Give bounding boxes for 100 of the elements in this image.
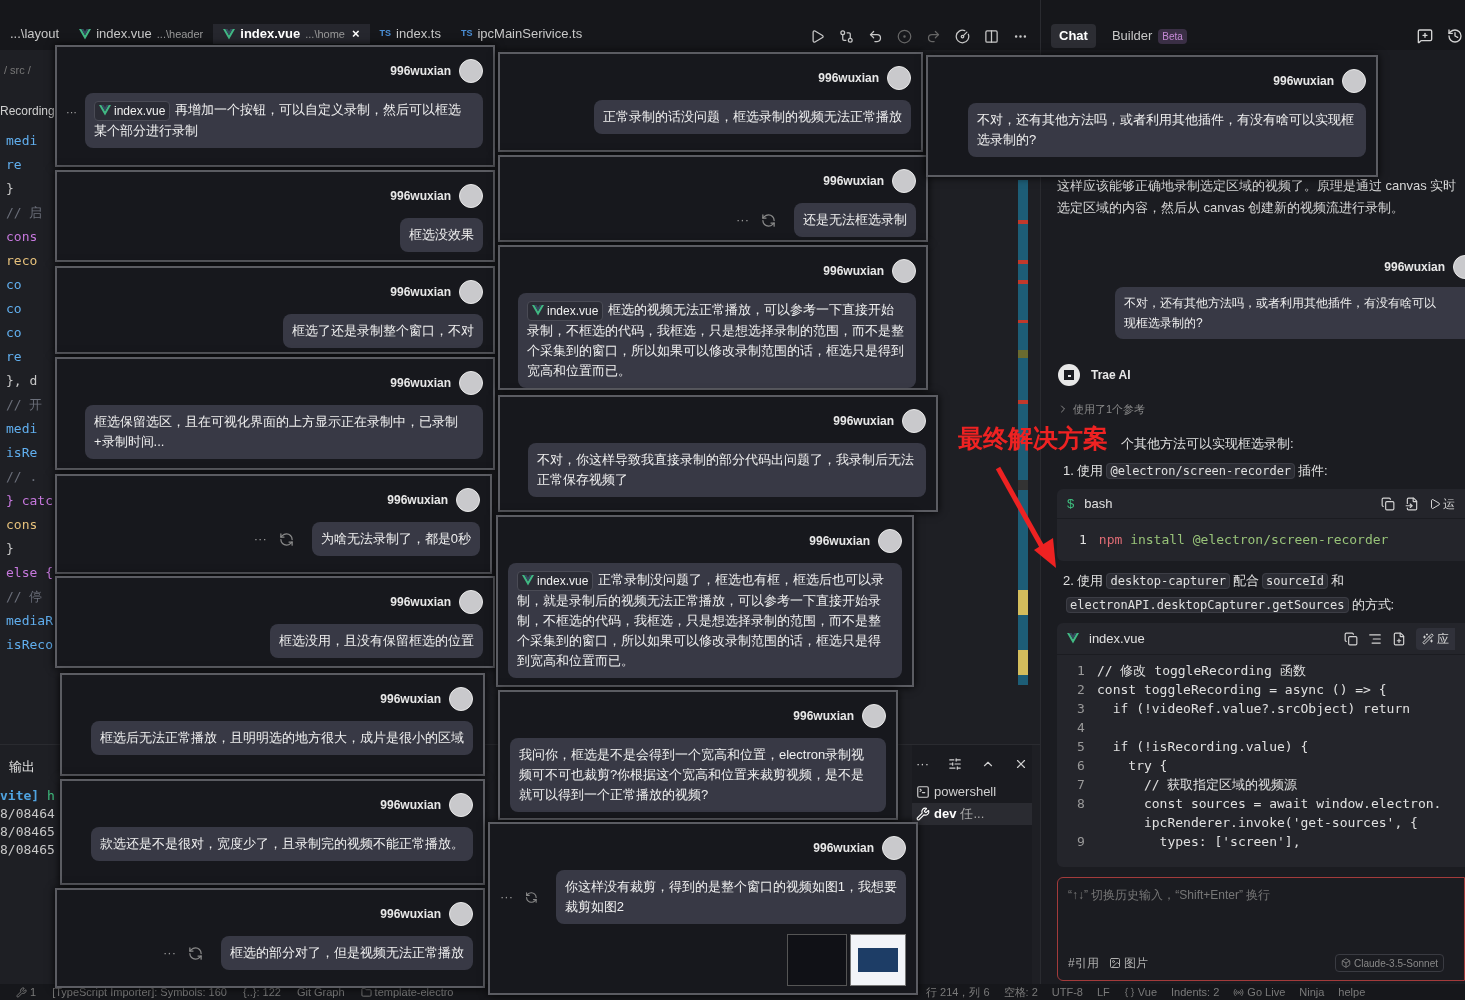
file-chip[interactable]: index.vue <box>517 570 594 591</box>
more-button[interactable]: ··· <box>736 210 749 230</box>
code-fragment: re <box>6 155 23 174</box>
status-item[interactable]: Vue <box>1123 983 1157 1000</box>
refresh-icon[interactable] <box>525 889 538 905</box>
panel-tab[interactable]: Chat <box>1051 24 1096 48</box>
user-name: 996wuxian <box>387 492 448 509</box>
status-item[interactable]: 空格: 2 <box>1003 983 1038 1000</box>
beta-badge: Beta <box>1158 28 1187 44</box>
dot-circle-icon[interactable] <box>897 28 912 44</box>
status-item[interactable]: 1 <box>16 983 37 1000</box>
code-line: // 获取指定区域的视频源 <box>1142 776 1298 794</box>
message-text: 框选没用，且没有保留框选的位置 <box>279 632 474 650</box>
editor-tab[interactable]: index.vue ...\header <box>69 24 214 44</box>
code-fragment: }, d <box>6 371 39 390</box>
code-fragment: // . <box>6 467 39 486</box>
status-item[interactable]: 行 214，列 6 <box>926 983 990 1000</box>
ai-message-text: 这样应该能够正确地录制选定区域的视频了。原理是通过 canvas 实时 选定区域的内容，然后从 canvas 创建新的视频流进行录制。 <box>1057 177 1458 217</box>
tools-icon <box>16 986 27 998</box>
message-text: 不对，你这样导致我直接录制的部分代码出问题了，我录制后无法正常保存视频了 <box>537 451 915 489</box>
copy-icon[interactable] <box>1381 496 1395 511</box>
more-button[interactable]: ··· <box>66 104 77 121</box>
message-text: 不对，还有其他方法吗，或者利用其他插件，有没有啥可以实现框选录制的? <box>977 111 1355 149</box>
close-icon[interactable] <box>1014 757 1028 771</box>
thumbnail-image[interactable] <box>850 934 906 986</box>
step-text: 2. 使用 desktop-capturer 配合 sourceId 和 electronAPI.desktopCapturer.getSources 的方式: <box>1062 572 1396 615</box>
user-name: 996wuxian <box>390 284 451 301</box>
apply-button[interactable]: 应 <box>1416 627 1455 650</box>
panel-tab[interactable]: Builder Beta <box>1103 24 1195 48</box>
copy-icon[interactable] <box>1344 631 1358 646</box>
references-toggle[interactable]: 使用了1个参考 <box>1057 401 1465 418</box>
quote-button[interactable]: #引用 <box>1068 954 1099 972</box>
cube-icon <box>1341 958 1352 968</box>
code-fragment: co <box>6 275 23 294</box>
output-title[interactable]: 输出 <box>0 757 35 777</box>
insert-icon[interactable] <box>1405 496 1419 511</box>
user-name: 996wuxian <box>823 173 884 190</box>
prompt-glyph: $ <box>1067 494 1075 513</box>
status-item[interactable]: helpe <box>1338 983 1366 1000</box>
compare-icon[interactable] <box>839 28 854 44</box>
more-button[interactable]: ··· <box>916 754 929 774</box>
history-icon[interactable] <box>1447 28 1463 44</box>
status-item[interactable]: UTF-8 <box>1051 983 1083 1000</box>
ts-label: TS <box>460 27 473 41</box>
status-item[interactable]: [TypeScript Importer]: Symbols: 160 <box>52 983 227 1000</box>
back-icon[interactable] <box>868 28 883 44</box>
file-chip[interactable]: index.vue <box>527 300 604 321</box>
v-shape-icon <box>79 28 92 40</box>
status-item[interactable]: Ninja <box>1299 983 1325 1000</box>
user-name: 996wuxian <box>390 594 451 611</box>
status-item[interactable]: Indents: 2 <box>1171 983 1220 1000</box>
align-icon[interactable] <box>1368 631 1382 646</box>
annotation-text: 最终解决方案 <box>958 423 1108 454</box>
code-fragment: co <box>6 299 23 318</box>
terminal-item[interactable]: dev 任... <box>912 803 1032 825</box>
terminal-icon <box>916 785 930 799</box>
terminal-item[interactable]: powershell <box>912 781 1032 803</box>
editor-tab[interactable]: index.vue ...\home × <box>213 24 370 44</box>
editor-tab[interactable]: ...\layout <box>0 24 70 44</box>
more-button[interactable]: ··· <box>500 887 513 907</box>
breadcrumb[interactable]: / src / <box>0 62 56 79</box>
refresh-icon[interactable] <box>278 531 294 547</box>
status-item[interactable]: {..}: 122 <box>243 983 281 1000</box>
more-button[interactable]: ··· <box>253 529 267 549</box>
forward-icon[interactable] <box>926 28 941 44</box>
code-fragment: } catc <box>6 491 54 510</box>
editor-tab[interactable]: TS index.ts <box>369 24 451 44</box>
code-line: npm install @electron/screen-recorder <box>1098 531 1389 550</box>
outline-label[interactable]: Recording <box>0 101 55 120</box>
run-icon[interactable] <box>810 28 825 44</box>
file-chip[interactable]: index.vue <box>94 100 171 121</box>
thumbnail-image[interactable] <box>787 934 847 986</box>
user-name: 996wuxian <box>833 413 894 430</box>
user-name: 996wuxian <box>380 797 441 814</box>
line-number: 1 <box>1077 662 1086 680</box>
user-name: 996wuxian <box>793 708 854 725</box>
refresh-icon[interactable] <box>761 212 776 228</box>
new-file-icon[interactable] <box>1392 631 1406 646</box>
close-icon[interactable]: × <box>352 24 360 44</box>
ts-label: TS <box>379 27 392 41</box>
gauge-icon[interactable] <box>955 28 970 44</box>
split-editor-icon[interactable] <box>984 28 999 44</box>
new-chat-icon[interactable] <box>1417 28 1433 44</box>
status-item[interactable]: Git Graph <box>296 983 345 1000</box>
chat-input[interactable]: “↑↓” 切换历史输入，“Shift+Enter” 换行 #引用 图片 Claude-3.5-Sonnet <box>1057 877 1465 981</box>
status-item[interactable]: LF <box>1097 983 1110 1000</box>
line-number: 5 <box>1077 738 1086 756</box>
user-name: 996wuxian <box>809 533 870 550</box>
run-button[interactable]: 运 <box>1429 494 1455 513</box>
sliders-icon[interactable] <box>948 757 962 771</box>
status-item[interactable]: Go Live <box>1233 983 1286 1000</box>
more-button[interactable]: ··· <box>163 943 176 963</box>
code-fragment: medi <box>6 131 39 150</box>
code-fragment: co <box>6 323 23 342</box>
code-fragment: mediaR <box>6 611 54 630</box>
image-button[interactable]: 图片 <box>1108 954 1148 972</box>
model-selector[interactable]: Claude-3.5-Sonnet <box>1335 954 1444 972</box>
editor-tab[interactable]: TS ipcMainSerivice.ts <box>450 24 593 44</box>
user-name: 996wuxian <box>390 63 451 80</box>
refresh-icon[interactable] <box>188 945 203 961</box>
